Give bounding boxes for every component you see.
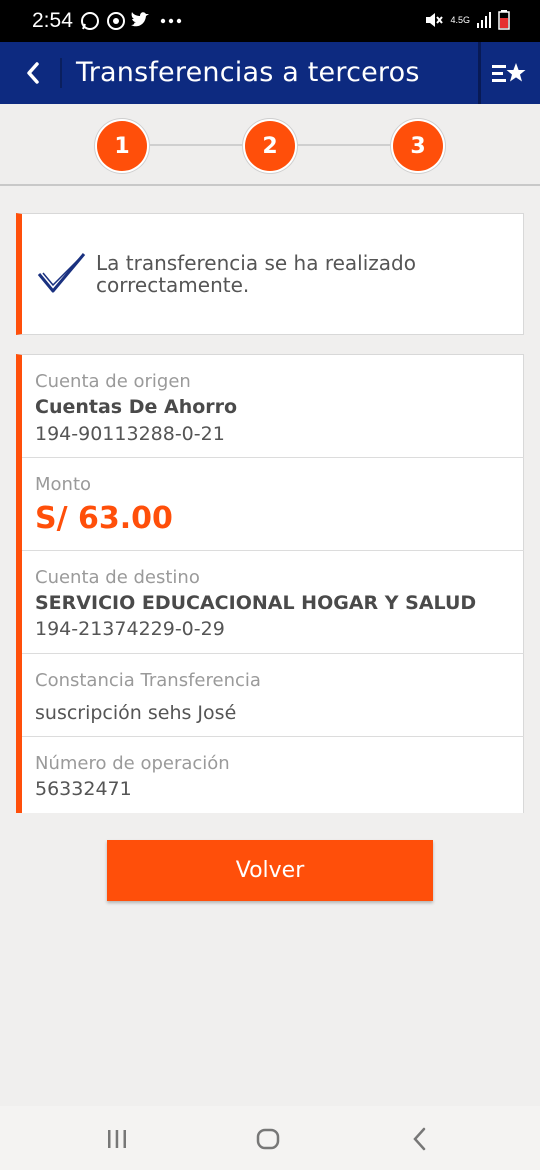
operation-number: 56332471 <box>35 778 132 800</box>
destination-account-label: Cuenta de destino <box>35 567 200 588</box>
operation-row: Número de operación 56332471 <box>22 737 524 814</box>
back-button[interactable]: Volver <box>107 840 433 901</box>
recents-icon[interactable] <box>102 1124 132 1154</box>
amount-row: Monto S/ 63.00 <box>22 458 524 551</box>
whatsapp-icon <box>81 12 99 30</box>
destination-account-row: Cuenta de destino SERVICIO EDUCACIONAL H… <box>22 551 524 654</box>
success-card: La transferencia se ha realizado correct… <box>16 213 524 335</box>
system-nav-bar <box>0 1106 540 1170</box>
back-chevron-icon[interactable] <box>18 56 48 90</box>
status-bar: 2:54 4.5G <box>0 0 540 42</box>
amount-label: Monto <box>35 474 92 495</box>
destination-account-number: 194-21374229-0-29 <box>35 618 225 640</box>
origin-account-name: Cuentas De Ahorro <box>35 396 238 418</box>
transfer-details: Cuenta de origen Cuentas De Ahorro 194-9… <box>16 354 524 813</box>
signal-app-icon <box>107 12 125 30</box>
app-header: Transferencias a terceros <box>0 42 540 104</box>
home-icon[interactable] <box>253 1124 283 1154</box>
operation-label: Número de operación <box>35 753 230 774</box>
more-dots-icon <box>160 18 182 24</box>
twitter-icon <box>131 12 149 27</box>
header-divider <box>60 58 62 88</box>
progress-stepper: 1 2 3 <box>0 104 540 186</box>
network-type: 4.5G <box>450 14 470 25</box>
origin-account-label: Cuenta de origen <box>35 371 191 392</box>
favorites-list-icon[interactable] <box>490 60 526 88</box>
battery-icon <box>498 10 510 30</box>
status-time: 2:54 <box>32 9 73 32</box>
cell-signal-icon <box>477 12 491 28</box>
page-title: Transferencias a terceros <box>76 57 420 88</box>
receipt-label: Constancia Transferencia <box>35 670 261 691</box>
header-divider <box>478 42 481 104</box>
step-3: 3 <box>393 121 443 171</box>
amount-value: S/ 63.00 <box>35 501 173 536</box>
nav-back-icon[interactable] <box>405 1124 435 1154</box>
step-2: 2 <box>245 121 295 171</box>
mute-icon <box>426 13 444 27</box>
origin-account-row: Cuenta de origen Cuentas De Ahorro 194-9… <box>22 355 524 458</box>
receipt-row: Constancia Transferencia suscripción seh… <box>22 654 524 737</box>
checkmark-icon <box>37 253 86 293</box>
origin-account-number: 194-90113288-0-21 <box>35 423 225 445</box>
success-message: La transferencia se ha realizado correct… <box>96 251 416 297</box>
destination-account-name: SERVICIO EDUCACIONAL HOGAR Y SALUD <box>35 592 477 614</box>
receipt-value: suscripción sehs José <box>35 702 237 724</box>
step-1: 1 <box>97 121 147 171</box>
